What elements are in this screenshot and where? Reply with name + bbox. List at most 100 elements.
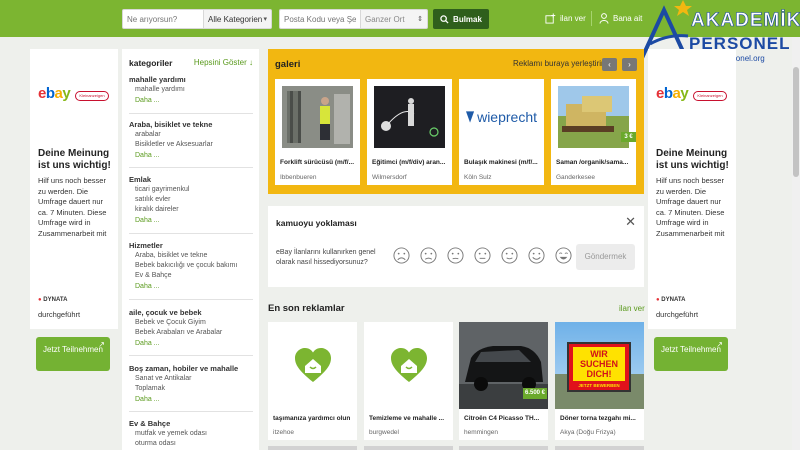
search-button[interactable]: Bulmak [433, 9, 489, 29]
more-link[interactable]: Daha ... [129, 338, 253, 349]
post-ad-icon [545, 13, 556, 24]
gallery-card-title: Bulaşık makinesi (m/f/... [464, 159, 538, 166]
category-heading[interactable]: Hizmetler [129, 241, 253, 251]
category-item[interactable]: Araba, bisiklet ve tekne [129, 251, 253, 261]
category-heading[interactable]: mahalle yardımı [129, 75, 253, 85]
next-row-card [459, 446, 548, 450]
scrollbar-thumb[interactable] [793, 67, 799, 177]
header-divider [591, 11, 592, 26]
ad-cta-label: Jetzt Teilnehmen [43, 345, 103, 354]
ad-card[interactable]: WIR SUCHEN DICH! JETZT BEWERBEN Döner to… [555, 322, 644, 440]
category-item[interactable]: Bebek Arabaları ve Arabalar [129, 328, 253, 338]
poll-submit-button[interactable]: Göndermek [576, 244, 635, 270]
show-all-toggle[interactable]: Hepsini Göster ↓ [194, 58, 253, 67]
company-logo-text: wieprecht [477, 109, 537, 125]
left-ad-banner[interactable]: ebay Kleinanzeigen Deine Meinung ist uns… [30, 49, 118, 371]
ad-card-image: WIR SUCHEN DICH! JETZT BEWERBEN [555, 322, 644, 409]
ad-text: Hilf uns noch besser zu werden. Die Umfr… [656, 176, 725, 238]
next-row-card [268, 446, 357, 450]
ad-cta-button[interactable]: ↗ Jetzt Teilnehmen [654, 337, 728, 371]
location-input[interactable] [279, 9, 361, 29]
divider [129, 167, 253, 168]
gallery-card[interactable]: Forklift sürücüsü (m/f/... Ibbenbueren [275, 79, 360, 185]
gallery-card-location: Ibbenbueren [280, 174, 317, 181]
category-item[interactable]: Bebek bakıcılığı ve çocuk bakımı [129, 261, 253, 271]
gallery-card[interactable]: wieprecht Bulaşık makinesi (m/f/... Köln… [459, 79, 544, 185]
divider [129, 355, 253, 356]
gallery-card[interactable]: Eğitimci (m/f/div) aran... Wilmersdorf [367, 79, 452, 185]
user-icon [599, 13, 609, 24]
ad-card-title: Döner torna tezgahı mi... [560, 415, 636, 422]
post-ad-link[interactable]: ilan ver [545, 13, 586, 24]
category-heading[interactable]: aile, çocuk ve bebek [129, 308, 253, 318]
category-item[interactable]: Bebek ve Çocuk Giyim [129, 318, 253, 328]
category-item[interactable]: Sanat ve Antikalar [129, 374, 253, 384]
latest-ads-title: En son reklamlar [268, 303, 345, 314]
neutral-face-icon[interactable] [474, 247, 491, 264]
poll-section: kamuoyu yoklaması ✕ eBay İlanlarını kull… [268, 206, 644, 287]
gallery-prev-button[interactable]: ‹ [602, 58, 617, 71]
category-sidebar: kategoriler Hepsini Göster ↓ mahalle yar… [122, 49, 259, 450]
radius-select[interactable]: Ganzer Ort ⇕ [361, 9, 428, 29]
very-sad-face-icon[interactable] [393, 247, 410, 264]
gallery-card[interactable]: 3 € Saman /organik/sama... Ganderkesee [551, 79, 636, 185]
category-item[interactable]: satılık evler [129, 195, 253, 205]
neighborhood-help-icon [390, 347, 427, 382]
category-item[interactable]: ticari gayrimenkul [129, 185, 253, 195]
ad-card[interactable]: taşımanıza yardımcı olun itzehoe [268, 322, 357, 440]
category-heading[interactable]: Emlak [129, 175, 253, 185]
more-link[interactable]: Daha ... [129, 215, 253, 226]
chevron-right-icon: › [628, 60, 631, 69]
gallery-card-location: Wilmersdorf [372, 174, 407, 181]
search-icon [440, 14, 449, 24]
happy-face-icon[interactable] [528, 247, 545, 264]
ad-text: Hilf uns noch besser zu werden. Die Umfr… [38, 176, 107, 238]
category-heading[interactable]: Boş zaman, hobiler ve mahalle [129, 364, 253, 374]
price-badge: 6.500 € [523, 388, 547, 399]
category-item[interactable]: kiralık daireler [129, 205, 253, 215]
ad-brand-label: DYNATA [661, 297, 686, 303]
category-item[interactable]: oturma odası [129, 439, 253, 449]
ad-cta-button[interactable]: ↗ Jetzt Teilnehmen [36, 337, 110, 371]
search-button-label: Bulmak [453, 14, 482, 24]
sidebar-title: kategoriler [129, 58, 173, 68]
slightly-sad-face-icon[interactable] [447, 247, 464, 264]
category-heading[interactable]: Araba, bisiklet ve tekne [129, 120, 253, 130]
page-scrollbar[interactable] [792, 37, 800, 450]
ad-card[interactable]: Temizleme ve mahalle ... burgwedel [364, 322, 453, 440]
category-group: Ev & Bahçe mutfak ve yemek odası oturma … [129, 419, 253, 449]
ad-brand-label: DYNATA [43, 297, 68, 303]
sad-face-icon[interactable] [420, 247, 437, 264]
gallery-next-button[interactable]: › [622, 58, 637, 71]
more-link[interactable]: Daha ... [129, 281, 253, 292]
wieprecht-emblem-icon [466, 111, 475, 123]
category-heading[interactable]: Ev & Bahçe [129, 419, 253, 429]
watermark-title: AKADEMİK [691, 10, 800, 32]
radius-select-value: Ganzer Ort [365, 15, 405, 24]
ad-card[interactable]: 6.500 € Citroën C4 Picasso TH... hemming… [459, 322, 548, 440]
ad-brand: ● DYNATA [38, 297, 68, 303]
category-item[interactable]: Bisikletler ve Aksesuarlar [129, 140, 253, 150]
category-select[interactable]: Alle Kategorien ▾ [204, 9, 272, 29]
category-item[interactable]: Toplamak [129, 384, 253, 394]
more-link[interactable]: Daha ... [129, 95, 253, 106]
ad-card-location: burgwedel [369, 429, 399, 436]
very-happy-face-icon[interactable] [555, 247, 572, 264]
category-item[interactable]: arabalar [129, 130, 253, 140]
ad-card-location: Akya (Doğu Frizya) [560, 429, 616, 436]
divider [129, 299, 253, 300]
search-input[interactable] [122, 9, 204, 29]
more-link[interactable]: Daha ... [129, 394, 253, 405]
next-row-card [364, 446, 453, 450]
latest-ads-link[interactable]: ilan ver [619, 304, 645, 313]
more-link[interactable]: Daha ... [129, 150, 253, 161]
divider [129, 411, 253, 412]
close-icon[interactable]: ✕ [625, 214, 636, 230]
ad-text-2: durchgeführt [656, 310, 699, 319]
category-item[interactable]: Ev & Bahçe [129, 271, 253, 281]
category-item[interactable]: mutfak ve yemek odası [129, 429, 253, 439]
slightly-happy-face-icon[interactable] [501, 247, 518, 264]
category-item[interactable]: mahalle yardımı [129, 85, 253, 95]
place-ad-link[interactable]: Reklamı buraya yerleştirin [513, 59, 605, 68]
right-ad-banner[interactable]: ebay Kleinanzeigen Deine Meinung ist uns… [648, 49, 736, 371]
